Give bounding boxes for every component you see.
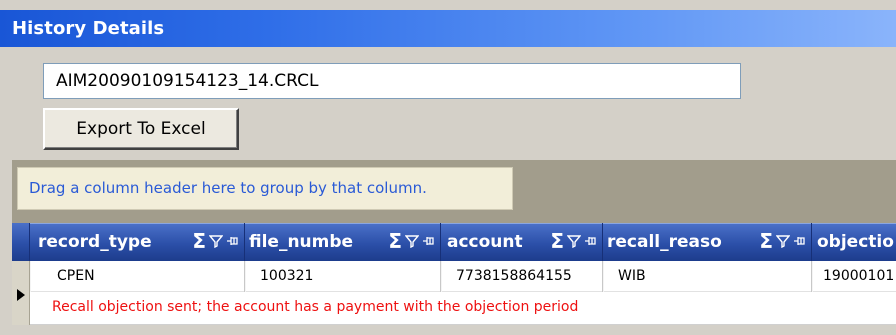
column-header-recall-reason[interactable]: recall_reaso Σ [603,223,812,261]
row-preview-text: Recall objection sent; the account has a… [52,299,579,315]
filter-icon[interactable] [405,234,419,248]
history-details-window: History Details Export To Excel Drag a c… [0,0,896,335]
column-header-objection[interactable]: objectio [812,223,896,261]
pin-icon[interactable] [793,234,807,248]
pin-icon[interactable] [584,234,598,248]
column-header-label: account [447,232,523,252]
row-selector[interactable] [12,261,30,325]
filter-icon[interactable] [567,234,581,248]
group-by-hint: Drag a column header here to group by th… [29,179,427,197]
pin-icon[interactable] [422,234,436,248]
current-row-arrow-icon [17,289,25,301]
cell-recall-reason[interactable]: WIB [603,261,812,292]
cell-file-number[interactable]: 100321 [245,261,441,292]
export-to-excel-button[interactable]: Export To Excel [43,108,239,150]
sum-icon[interactable]: Σ [192,230,206,252]
column-header-label: record_type [38,232,152,252]
title-bar[interactable]: History Details [0,10,896,47]
column-header-account[interactable]: account Σ [441,223,603,261]
sum-icon[interactable]: Σ [759,230,773,252]
window-title: History Details [12,18,165,39]
filename-field[interactable] [43,63,741,99]
cell-account[interactable]: 7738158864155 [441,261,603,292]
column-header-label: file_numbe [249,232,354,252]
cell-record-type[interactable]: CPEN [30,261,245,292]
row-preview[interactable]: Recall objection sent; the account has a… [30,292,896,325]
column-header-record-type[interactable]: record_type Σ [30,223,245,261]
group-by-area[interactable]: Drag a column header here to group by th… [17,167,513,210]
sum-icon[interactable]: Σ [550,230,564,252]
filter-icon[interactable] [776,234,790,248]
column-header-label: recall_reaso [607,232,722,252]
pin-icon[interactable] [226,234,240,248]
column-header-file-number[interactable]: file_numbe Σ [245,223,441,261]
cell-objection[interactable]: 19000101 [812,261,896,292]
sum-icon[interactable]: Σ [388,230,402,252]
grid-footer [12,325,896,335]
column-header-label: objectio [817,232,894,252]
header-corner [12,223,30,261]
filter-icon[interactable] [209,234,223,248]
